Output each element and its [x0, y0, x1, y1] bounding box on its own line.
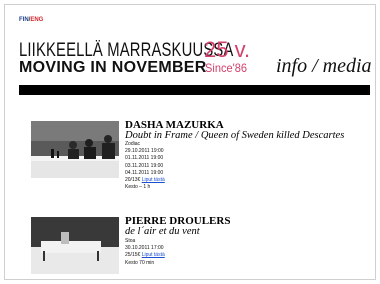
- since-label: Since'86: [205, 61, 248, 75]
- event-thumbnail-pierre-droulers[interactable]: [31, 217, 119, 274]
- event-details: Stoa 30.10.2011 17:00 25/15€ Liput tästä…: [125, 238, 165, 267]
- ticket-link[interactable]: Liput tästä: [142, 252, 165, 258]
- event-work-title: Doubt in Frame / Queen of Sweden killed …: [125, 130, 345, 141]
- event-date: 04.11.2011 19:00: [125, 169, 164, 176]
- event-date: 30.10.2011 17:00: [125, 245, 164, 252]
- language-switcher: FIN/ENG: [19, 17, 43, 23]
- event-price-row: 20/13€ Liput tästä: [125, 177, 165, 184]
- event-details: Zodiac 29.10.2011 19:00 01.11.2011 19:00…: [125, 141, 165, 191]
- header-divider-bar: [19, 85, 370, 95]
- event-venue: Zodiac: [125, 141, 141, 147]
- event-venue: Stoa: [125, 238, 136, 244]
- stage-photo: [31, 121, 119, 178]
- event-work-title: de l´air et du vent: [125, 226, 200, 237]
- festival-title-en: MOVING IN NOVEMBER: [19, 59, 207, 76]
- event-price-row: 25/15€ Liput tästä: [125, 252, 165, 259]
- event-price: 20/13€: [125, 177, 141, 184]
- section-title: info / media: [276, 55, 372, 77]
- ticket-link[interactable]: Liput tästä: [142, 177, 165, 183]
- lang-eng-link[interactable]: ENG: [30, 17, 43, 23]
- event-date: 03.11.2011 19:00: [125, 162, 164, 169]
- event-thumbnail-dasha-mazurka[interactable]: [31, 121, 119, 178]
- event-duration: Kesto 70 min: [125, 259, 155, 266]
- event-date: 01.11.2011 19:00: [125, 155, 164, 162]
- event-date: 29.10.2011 19:00: [125, 148, 164, 155]
- lang-fin-link[interactable]: FIN: [19, 17, 29, 23]
- anniversary-label: 25 v.: [204, 37, 251, 62]
- event-price: 25/15€: [125, 252, 141, 259]
- stage-photo: [31, 217, 119, 274]
- event-duration: Kesto – 1 h: [125, 184, 151, 191]
